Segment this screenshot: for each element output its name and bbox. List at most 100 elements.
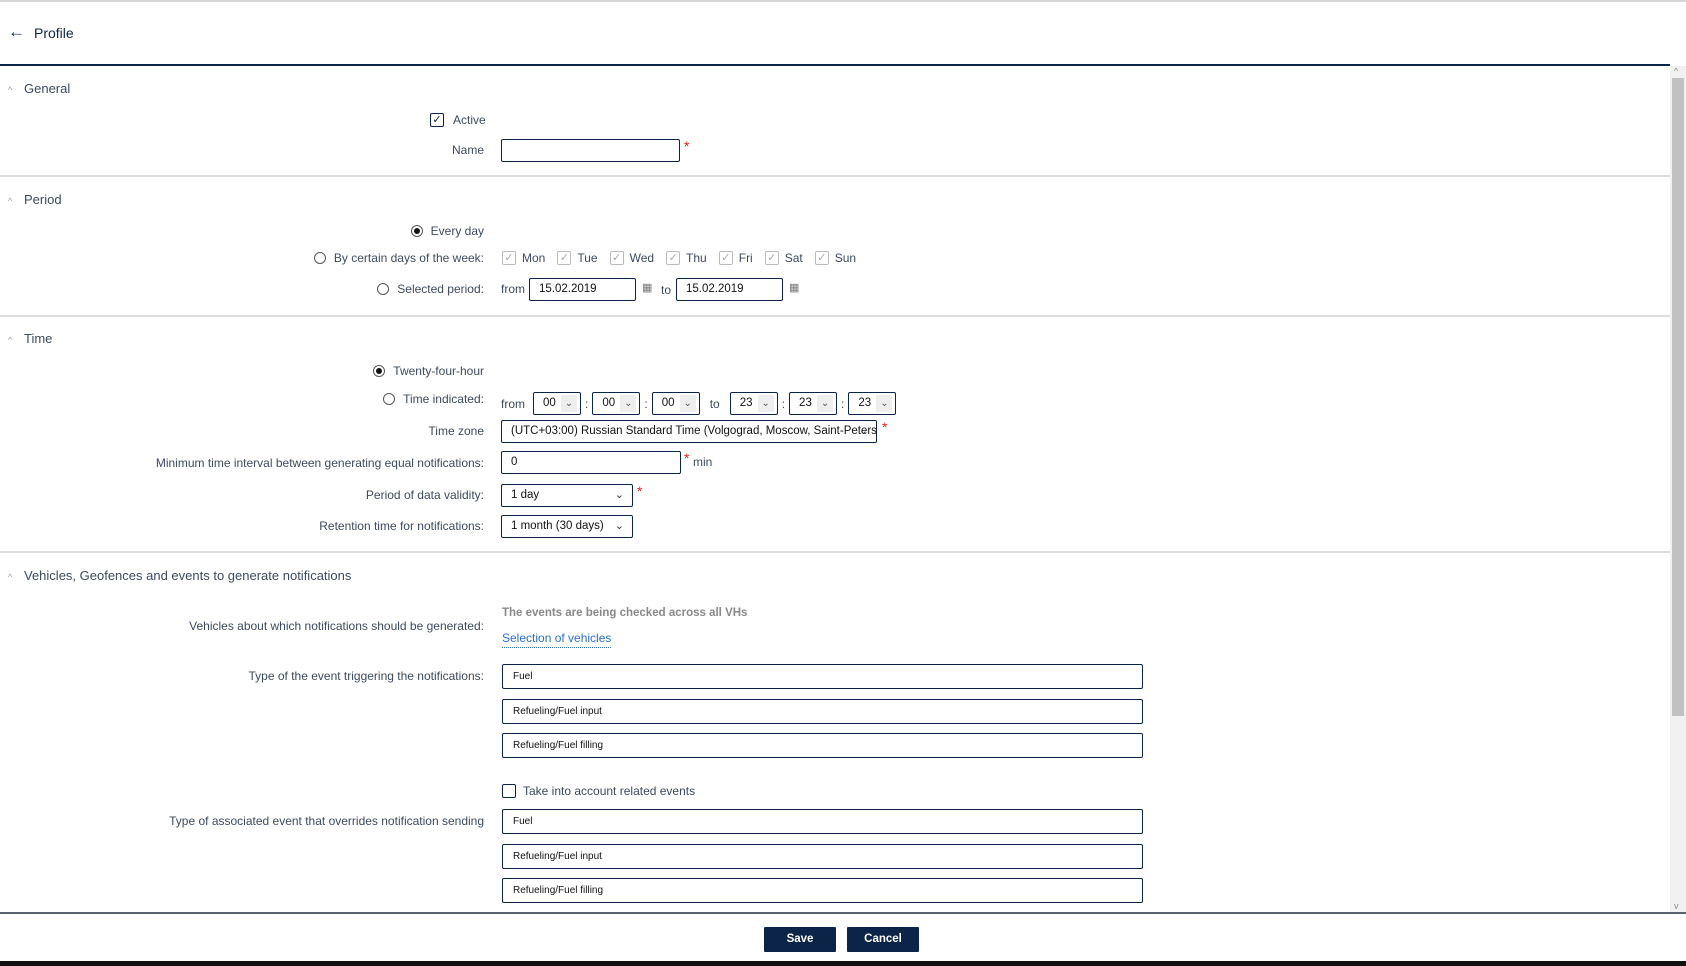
- weekdays: ✓ Mon ✓ Tue ✓ Wed ✓ Thu ✓ Fri ✓ Sat ✓ Sun: [502, 251, 868, 265]
- day-thu[interactable]: ✓ Thu: [666, 251, 707, 265]
- min-interval-input[interactable]: 0: [501, 451, 681, 474]
- section-time[interactable]: ^ Time: [8, 331, 52, 346]
- twenty-four-radio-row[interactable]: Twenty-four-hour: [373, 364, 484, 378]
- assoc-type-item[interactable]: Fuel: [502, 809, 1143, 834]
- event-type-item[interactable]: Refueling/Fuel filling: [502, 733, 1143, 758]
- by-days-radio-row[interactable]: By certain days of the week:: [313, 251, 484, 265]
- chevron-down-icon: ⌄: [561, 395, 577, 412]
- from-second-select[interactable]: 00 ⌄: [651, 392, 700, 415]
- scrollbar-thumb[interactable]: [1672, 78, 1684, 716]
- chevron-up-icon: ^: [8, 335, 13, 345]
- header-divider: [0, 64, 1670, 66]
- page-title: Profile: [34, 25, 74, 41]
- selection-of-vehicles-link[interactable]: Selection of vehicles: [502, 631, 612, 648]
- day-checkbox[interactable]: ✓: [666, 251, 681, 265]
- section-period[interactable]: ^ Period: [8, 192, 62, 207]
- day-sat[interactable]: ✓ Sat: [764, 251, 803, 265]
- time-indicated-radio-row[interactable]: Time indicated:: [383, 392, 484, 406]
- day-tue[interactable]: ✓ Tue: [557, 251, 598, 265]
- value: 23: [858, 397, 872, 409]
- day-checkbox[interactable]: ✓: [764, 251, 779, 265]
- related-events-row[interactable]: Take into account related events: [502, 784, 695, 798]
- day-label: Wed: [629, 251, 655, 265]
- day-checkbox[interactable]: ✓: [609, 251, 624, 265]
- day-sun[interactable]: ✓ Sun: [814, 251, 857, 265]
- section-title: Time: [24, 331, 53, 346]
- from-hour-select[interactable]: 00 ⌄: [533, 392, 581, 415]
- by-days-radio[interactable]: [313, 252, 326, 264]
- to-minute-select[interactable]: 23 ⌄: [789, 392, 838, 415]
- day-wed[interactable]: ✓ Wed: [609, 251, 655, 265]
- section-title: Vehicles, Geofences and events to genera…: [24, 568, 352, 583]
- day-checkbox[interactable]: ✓: [502, 251, 516, 265]
- calendar-icon[interactable]: ▦: [642, 281, 652, 294]
- day-label: Sun: [834, 251, 857, 265]
- calendar-icon[interactable]: ▦: [789, 281, 799, 294]
- chevron-up-icon: ^: [8, 85, 13, 95]
- chevron-down-icon: ⌄: [858, 425, 868, 437]
- value: 23: [739, 397, 753, 409]
- name-input[interactable]: [501, 139, 680, 162]
- retention-select[interactable]: 1 month (30 days) ⌄: [501, 515, 633, 538]
- section-general[interactable]: ^ General: [8, 81, 70, 96]
- min-interval-label: Minimum time interval between generating…: [155, 456, 484, 470]
- separator: :: [644, 396, 648, 411]
- cancel-button[interactable]: Cancel: [847, 927, 919, 952]
- day-mon[interactable]: ✓ Mon: [502, 251, 545, 265]
- assoc-type-item[interactable]: Refueling/Fuel filling: [502, 878, 1143, 903]
- value: 1 day: [511, 489, 540, 501]
- required-mark: *: [637, 483, 643, 499]
- assoc-type-item[interactable]: Refueling/Fuel input: [502, 844, 1143, 869]
- every-day-radio[interactable]: [410, 225, 423, 237]
- divider: [0, 175, 1670, 177]
- day-label: Tue: [577, 251, 598, 265]
- event-type-item[interactable]: Fuel: [502, 664, 1143, 689]
- twenty-four-label: Twenty-four-hour: [393, 364, 484, 378]
- scroll-up-icon[interactable]: ^: [1674, 66, 1678, 76]
- value: (UTC+03:00) Russian Standard Time (Volgo…: [511, 425, 877, 437]
- vehicles-label: Vehicles about which notifications shoul…: [189, 619, 484, 633]
- section-vehicles[interactable]: ^ Vehicles, Geofences and events to gener…: [8, 568, 351, 583]
- to-second-select[interactable]: 23 ⌄: [848, 392, 897, 415]
- time-indicated-label: Time indicated:: [403, 392, 484, 406]
- twenty-four-radio[interactable]: [373, 365, 386, 377]
- day-checkbox[interactable]: ✓: [718, 251, 733, 265]
- to-hour-select[interactable]: 23 ⌄: [729, 392, 778, 415]
- chevron-up-icon: ^: [8, 196, 13, 206]
- active-checkbox-row[interactable]: ✓ Active: [430, 113, 486, 127]
- section-title: Period: [24, 192, 62, 207]
- timezone-label: Time zone: [428, 424, 484, 438]
- day-checkbox[interactable]: ✓: [557, 251, 572, 265]
- event-type-item[interactable]: Refueling/Fuel input: [502, 699, 1143, 724]
- from-minute-select[interactable]: 00 ⌄: [592, 392, 641, 415]
- chevron-down-icon: ⌄: [614, 489, 624, 501]
- every-day-radio-row[interactable]: Every day: [410, 224, 484, 238]
- selected-period-radio[interactable]: [377, 283, 390, 295]
- from-date-input[interactable]: 15.02.2019: [529, 278, 636, 301]
- retention-label: Retention time for notifications:: [319, 519, 484, 533]
- to-date-input[interactable]: 15.02.2019: [676, 278, 783, 301]
- day-fri[interactable]: ✓ Fri: [718, 251, 753, 265]
- validity-label: Period of data validity:: [365, 488, 484, 502]
- timezone-select[interactable]: (UTC+03:00) Russian Standard Time (Volgo…: [501, 420, 877, 443]
- validity-select[interactable]: 1 day ⌄: [501, 484, 633, 507]
- by-days-label: By certain days of the week:: [333, 251, 484, 265]
- selected-period-radio-row[interactable]: Selected period:: [377, 282, 484, 296]
- separator: :: [781, 396, 786, 411]
- section-title: General: [24, 81, 71, 96]
- scrollbar[interactable]: ^ v: [1670, 66, 1686, 913]
- scroll-down-icon[interactable]: v: [1674, 901, 1679, 911]
- chevron-down-icon: ⌄: [679, 395, 696, 412]
- separator: :: [841, 396, 845, 411]
- save-button[interactable]: Save: [764, 927, 836, 952]
- chevron-down-icon: ⌄: [614, 520, 624, 532]
- time-indicated-radio[interactable]: [383, 393, 396, 405]
- day-label: Thu: [686, 251, 707, 265]
- related-events-checkbox[interactable]: [502, 784, 516, 798]
- day-label: Sat: [784, 251, 803, 265]
- name-label: Name: [451, 143, 484, 157]
- active-checkbox[interactable]: ✓: [430, 113, 444, 127]
- min-unit: min: [693, 455, 713, 469]
- arrow-left-icon[interactable]: ←: [8, 22, 25, 42]
- day-checkbox[interactable]: ✓: [814, 251, 829, 265]
